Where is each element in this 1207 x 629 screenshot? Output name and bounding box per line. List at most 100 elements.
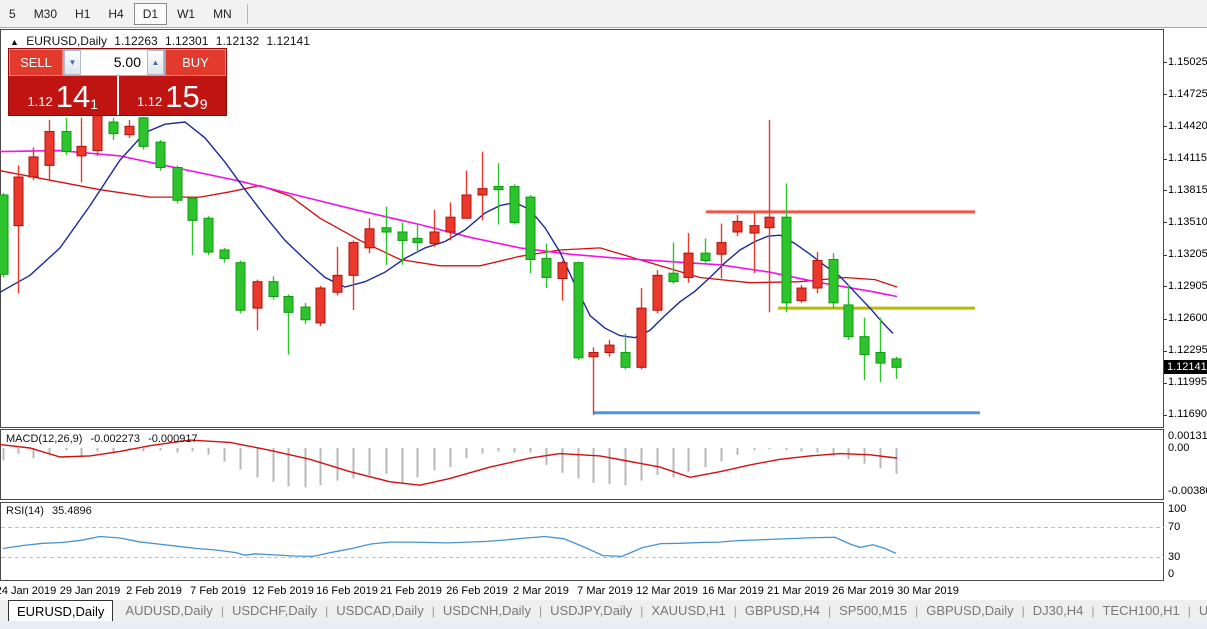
rsi-axis-label: 0 — [1168, 568, 1174, 580]
buy-price-sup: 9 — [200, 96, 208, 112]
price-axis-tick — [1163, 255, 1167, 256]
macd-axis-label: 0.00 — [1168, 442, 1189, 454]
price-axis-tick — [1163, 286, 1167, 287]
price-axis-tick — [1163, 383, 1167, 384]
date-axis-label: 12 Mar 2019 — [636, 585, 698, 597]
rsi-indicator-panel[interactable] — [0, 502, 1164, 581]
sell-price-display[interactable]: 1.12 14 1 — [9, 76, 117, 115]
date-axis-label: 16 Feb 2019 — [316, 585, 378, 597]
tab-usdcad-daily[interactable]: USDCAD,Daily — [328, 601, 431, 620]
symbol-tab-bar: EURUSD,DailyAUDUSD,Daily|USDCHF,Daily|US… — [0, 600, 1207, 621]
chart-title: ▲ EURUSD,Daily 1.12263 1.12301 1.12132 1… — [10, 34, 314, 48]
buy-price-display[interactable]: 1.12 15 9 — [119, 76, 227, 115]
price-axis-tick — [1163, 222, 1167, 223]
tab-ui[interactable]: UI — [1191, 601, 1207, 620]
date-axis-label: 16 Mar 2019 — [702, 585, 764, 597]
current-price-tag: 1.12141 — [1164, 360, 1207, 374]
price-axis-tick — [1163, 319, 1167, 320]
tab-usdcnh-daily[interactable]: USDCNH,Daily — [435, 601, 539, 620]
date-axis-label: 12 Feb 2019 — [252, 585, 314, 597]
buy-button[interactable]: BUY — [165, 49, 226, 76]
tab-xauusd-h1[interactable]: XAUUSD,H1 — [643, 601, 733, 620]
sell-button[interactable]: SELL — [9, 49, 63, 76]
price-axis-tick — [1163, 190, 1167, 191]
tab-usdchf-daily[interactable]: USDCHF,Daily — [224, 601, 325, 620]
date-axis-label: 2 Feb 2019 — [126, 585, 182, 597]
timeframe-button-mn[interactable]: MN — [205, 4, 240, 24]
macd-signal-value: -0.000917 — [148, 433, 198, 445]
price-axis-label: 1.13205 — [1168, 248, 1207, 260]
toolbar-separator — [247, 4, 248, 24]
price-axis-label: 1.15025 — [1168, 56, 1207, 68]
price-axis-tick — [1163, 159, 1167, 160]
date-axis-label: 30 Mar 2019 — [897, 585, 959, 597]
tab-gbpusd-daily[interactable]: GBPUSD,Daily — [918, 601, 1021, 620]
price-axis-label: 1.13815 — [1168, 184, 1207, 196]
chart-symbol-label: EURUSD,Daily — [26, 34, 107, 48]
one-click-trade-panel: SELL ▼ 5.00 ▲ BUY 1.12 14 1 1.12 15 9 — [8, 48, 227, 116]
price-axis-label: 1.11690 — [1168, 408, 1207, 420]
timeframe-button-d1[interactable]: D1 — [134, 3, 167, 25]
timeframe-toolbar: 5M30H1H4D1W1MN — [0, 0, 1207, 28]
price-axis-tick — [1163, 415, 1167, 416]
buy-price-big: 15 — [165, 82, 199, 112]
price-axis-label: 1.13510 — [1168, 216, 1207, 228]
sell-price-prefix: 1.12 — [27, 94, 52, 109]
price-axis-label: 1.11995 — [1168, 376, 1207, 388]
date-axis-label: 7 Mar 2019 — [577, 585, 633, 597]
tab-usdjpy-daily[interactable]: USDJPY,Daily — [542, 601, 640, 620]
macd-axis-label: 0.001313 — [1168, 430, 1207, 442]
macd-name: MACD(12,26,9) — [6, 433, 82, 445]
volume-group: ▼ 5.00 ▲ — [63, 49, 165, 76]
price-axis-label: 1.12600 — [1168, 312, 1207, 324]
tab-audusd-daily[interactable]: AUDUSD,Daily — [117, 601, 220, 620]
tab-dj30-h4[interactable]: DJ30,H4 — [1025, 601, 1092, 620]
date-axis-label: 29 Jan 2019 — [60, 585, 121, 597]
rsi-axis-label: 30 — [1168, 551, 1180, 563]
price-axis-tick — [1163, 351, 1167, 352]
price-axis-label: 1.14420 — [1168, 120, 1207, 132]
price-axis-tick — [1163, 62, 1167, 63]
volume-dropdown-icon[interactable]: ▼ — [64, 50, 81, 75]
price-axis-tick — [1163, 126, 1167, 127]
tab-sp500-m15[interactable]: SP500,M15 — [831, 601, 915, 620]
buy-price-prefix: 1.12 — [137, 94, 162, 109]
macd-value: -0.002273 — [90, 433, 140, 445]
price-axis-label: 1.14115 — [1168, 152, 1207, 164]
price-axis-label: 1.12295 — [1168, 344, 1207, 356]
tab-tech100-h1[interactable]: TECH100,H1 — [1094, 601, 1187, 620]
rsi-name: RSI(14) — [6, 505, 44, 517]
date-axis-label: 26 Mar 2019 — [832, 585, 894, 597]
macd-axis-label: -0.003862 — [1168, 485, 1207, 497]
ohlc-open: 1.12263 — [114, 34, 157, 48]
timeframe-button-h1[interactable]: H1 — [67, 4, 98, 24]
sell-price-big: 14 — [56, 82, 90, 112]
timeframe-button-w1[interactable]: W1 — [169, 4, 203, 24]
price-axis-tick — [1163, 94, 1167, 95]
price-axis-label: 1.14725 — [1168, 88, 1207, 100]
date-axis-label: 26 Feb 2019 — [446, 585, 508, 597]
tab-eurusd-daily[interactable]: EURUSD,Daily — [8, 600, 113, 621]
price-axis-label: 1.12905 — [1168, 280, 1207, 292]
sell-price-sup: 1 — [90, 96, 98, 112]
ohlc-high: 1.12301 — [165, 34, 208, 48]
tab-gbpusd-h4[interactable]: GBPUSD,H4 — [737, 601, 828, 620]
date-axis-label: 2 Mar 2019 — [513, 585, 569, 597]
timeframe-button-m30[interactable]: M30 — [26, 4, 65, 24]
trading-platform-window: 5M30H1H4D1W1MN ▲ EURUSD,Daily 1.12263 1.… — [0, 0, 1207, 629]
rsi-value: 35.4896 — [52, 505, 92, 517]
volume-spinner-icon[interactable]: ▲ — [147, 50, 164, 75]
ohlc-low: 1.12132 — [216, 34, 259, 48]
date-axis-label: 21 Feb 2019 — [380, 585, 442, 597]
rsi-axis-label: 100 — [1168, 503, 1186, 515]
macd-label: MACD(12,26,9) -0.002273 -0.000917 — [6, 433, 203, 445]
collapse-triangle-icon[interactable]: ▲ — [10, 37, 19, 47]
date-axis-label: 24 Jan 2019 — [0, 585, 56, 597]
bottom-strip — [0, 621, 1207, 629]
ohlc-close: 1.12141 — [267, 34, 310, 48]
volume-input[interactable]: 5.00 — [81, 50, 147, 75]
date-axis-label: 21 Mar 2019 — [767, 585, 829, 597]
timeframe-button-5[interactable]: 5 — [1, 4, 24, 24]
timeframe-button-h4[interactable]: H4 — [100, 4, 131, 24]
rsi-axis-label: 70 — [1168, 521, 1180, 533]
